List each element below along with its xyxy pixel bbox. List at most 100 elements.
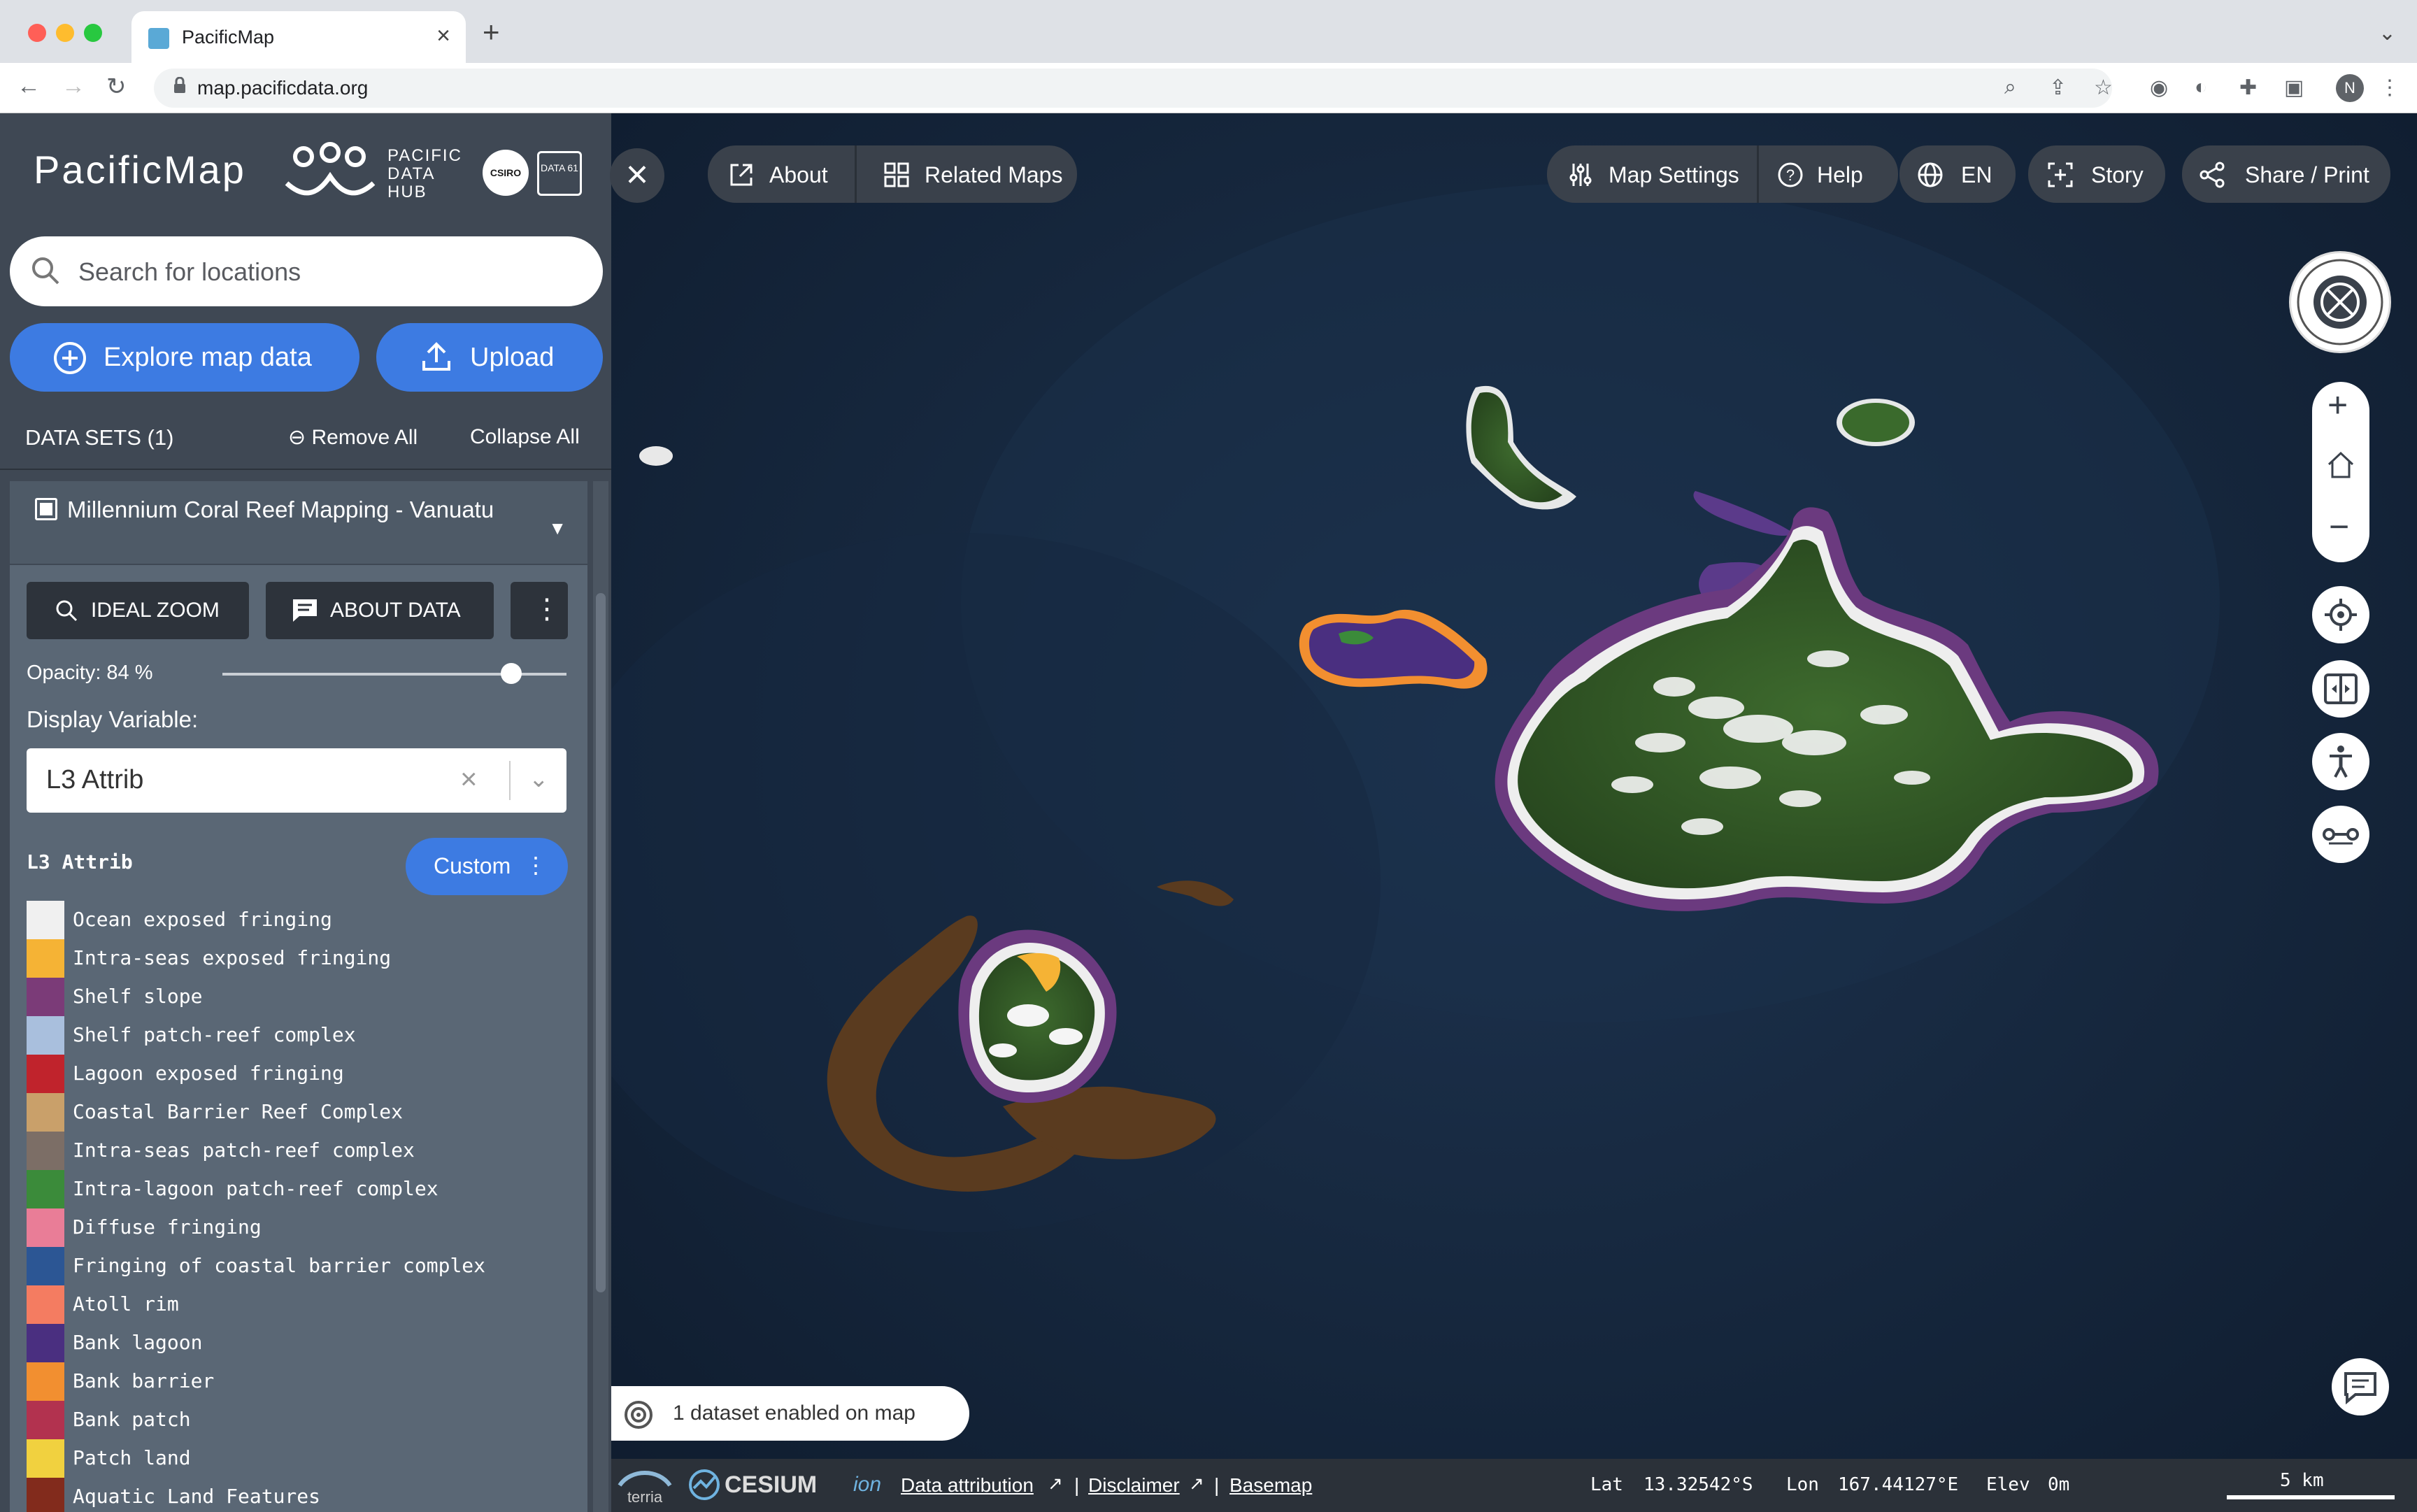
- kebab-icon: ⋮: [533, 594, 561, 625]
- compass-control[interactable]: [2291, 253, 2389, 351]
- dataset-visibility-checkbox[interactable]: [35, 498, 57, 520]
- opacity-slider-thumb[interactable]: [501, 663, 522, 684]
- scale-bar: [2227, 1495, 2395, 1499]
- legend-label: Diffuse fringing: [73, 1215, 262, 1239]
- legend-item: Fringing of coastal barrier complex: [27, 1247, 572, 1285]
- kebab-icon: ⋮: [525, 853, 547, 878]
- minus-circle-icon: ⊖: [288, 426, 306, 449]
- bookmark-star-icon[interactable]: ☆: [2094, 76, 2113, 100]
- legend-label: Atoll rim: [73, 1292, 179, 1315]
- map-canvas[interactable]: 1 dataset enabled on map: [611, 113, 2417, 1512]
- upload-label: Upload: [470, 343, 555, 372]
- story-toolbar: Story: [2028, 145, 2165, 203]
- legend-swatch: [27, 1439, 64, 1478]
- upload-button[interactable]: Upload: [376, 323, 603, 392]
- tab-list-chevron-icon[interactable]: ⌄: [2379, 21, 2396, 45]
- sidepanel-icon[interactable]: ▣: [2284, 76, 2304, 100]
- explore-map-data-button[interactable]: Explore map data: [10, 323, 359, 392]
- scrollbar-thumb[interactable]: [596, 593, 606, 1292]
- data-attribution-link[interactable]: Data attribution: [901, 1474, 1034, 1497]
- tab-close-icon[interactable]: ×: [436, 22, 450, 50]
- close-sidebar-button[interactable]: ×: [610, 148, 664, 203]
- chevron-down-icon[interactable]: ⌄: [529, 765, 549, 793]
- sidebar-scrollbar[interactable]: [593, 481, 608, 1512]
- legend-swatch: [27, 1093, 64, 1132]
- extension-icon[interactable]: ◉: [2150, 76, 2168, 100]
- legend-label: Fringing of coastal barrier complex: [73, 1254, 486, 1277]
- display-variable-select[interactable]: L3 Attrib × ⌄: [27, 748, 566, 813]
- browser-tab[interactable]: PacificMap ×: [131, 11, 466, 63]
- zoom-out-icon[interactable]: −: [2329, 506, 2349, 547]
- data61-logo: DATA 61: [537, 151, 582, 196]
- split-compare-button[interactable]: [2312, 660, 2369, 718]
- cesium-logo-text: CESIUM: [725, 1471, 818, 1498]
- top-right-toolbar: Map Settings ? Help: [1547, 145, 1898, 203]
- datasets-enabled-pill[interactable]: 1 dataset enabled on map: [611, 1386, 969, 1441]
- collapse-caret-icon[interactable]: ▼: [548, 518, 566, 539]
- scale-label: 5 km: [2280, 1470, 2324, 1491]
- puzzle-icon[interactable]: ✚: [2239, 76, 2257, 100]
- measure-icon: [2323, 828, 2359, 845]
- forward-icon[interactable]: →: [62, 73, 85, 100]
- satellite-imagery: [611, 183, 2220, 1232]
- map-settings-button[interactable]: Map Settings: [1547, 145, 1757, 203]
- legend-label: Coastal Barrier Reef Complex: [73, 1100, 404, 1123]
- about-button[interactable]: About: [708, 145, 855, 203]
- legend-title: L3 Attrib: [27, 850, 133, 873]
- language-button[interactable]: EN: [1899, 145, 2016, 203]
- extension-icon-2[interactable]: ◐: [2195, 76, 2207, 99]
- address-bar[interactable]: map.pacificdata.org: [154, 69, 2112, 108]
- help-button[interactable]: ? Help: [1760, 145, 1888, 203]
- maximize-window-button[interactable]: [84, 24, 102, 42]
- compass-icon: [2297, 259, 2383, 345]
- dataset-item-header[interactable]: Millennium Coral Reef Mapping - Vanuatu …: [10, 481, 587, 565]
- more-options-button[interactable]: ⋮: [511, 582, 568, 639]
- ideal-zoom-button[interactable]: IDEAL ZOOM: [27, 582, 249, 639]
- legend-label: Patch land: [73, 1446, 191, 1469]
- home-icon[interactable]: [2326, 450, 2355, 480]
- top-left-toolbar: About Related Maps: [708, 145, 1077, 203]
- split-screen-icon: [2324, 673, 2358, 704]
- legend-label: Shelf slope: [73, 985, 203, 1008]
- share-print-button[interactable]: Share / Print: [2182, 145, 2390, 203]
- profile-avatar[interactable]: N: [2336, 74, 2364, 102]
- story-button[interactable]: Story: [2028, 145, 2165, 203]
- plus-circle-icon: [54, 342, 86, 374]
- feedback-button[interactable]: [2332, 1358, 2389, 1415]
- about-data-button[interactable]: ABOUT DATA: [266, 582, 494, 639]
- related-maps-button[interactable]: Related Maps: [857, 145, 1077, 203]
- browser-tab-strip: PacificMap × + ⌄: [0, 0, 2417, 63]
- zoom-in-icon[interactable]: +: [2327, 385, 2348, 425]
- minimize-window-button[interactable]: [56, 24, 74, 42]
- search-icon: [32, 257, 59, 285]
- broadcast-icon: [625, 1401, 653, 1429]
- location-search-input[interactable]: Search for locations: [10, 236, 603, 306]
- remove-all-button[interactable]: ⊖ Remove All: [288, 425, 418, 450]
- legend-item: Aquatic Land Features: [27, 1478, 572, 1512]
- url-text: map.pacificdata.org: [197, 77, 369, 99]
- zoom-icon[interactable]: ⌕: [2004, 76, 2016, 99]
- measure-tool-button[interactable]: [2312, 806, 2369, 863]
- share-icon[interactable]: ⇪: [2049, 76, 2067, 100]
- legend-item: Bank lagoon: [27, 1324, 572, 1362]
- reload-icon[interactable]: ↻: [106, 73, 127, 101]
- collapse-all-button[interactable]: Collapse All: [470, 425, 580, 449]
- accessibility-button[interactable]: [2312, 733, 2369, 790]
- sliders-icon: [1569, 164, 1592, 186]
- clear-selection-icon[interactable]: ×: [460, 762, 478, 796]
- browser-toolbar: ← → ↻ map.pacificdata.org ⌕ ⇪ ☆ ◉ ◐ ✚ ▣ …: [0, 63, 2417, 113]
- accessibility-icon: [2330, 746, 2352, 778]
- back-icon[interactable]: ←: [17, 73, 41, 100]
- datasets-count: DATA SETS (1): [25, 425, 174, 450]
- custom-style-button[interactable]: Custom ⋮: [406, 838, 568, 895]
- legend-item: Diffuse fringing: [27, 1208, 572, 1247]
- lon-value: 167.44127°E: [1838, 1474, 1959, 1495]
- disclaimer-link[interactable]: Disclaimer: [1088, 1474, 1180, 1497]
- legend-swatch: [27, 1016, 64, 1055]
- menu-kebab-icon[interactable]: ⋮: [2379, 76, 2400, 100]
- new-tab-button[interactable]: +: [483, 17, 500, 47]
- basemap-link[interactable]: Basemap: [1229, 1474, 1312, 1497]
- legend-item: Coastal Barrier Reef Complex: [27, 1093, 572, 1132]
- my-location-button[interactable]: [2312, 586, 2369, 643]
- close-window-button[interactable]: [28, 24, 46, 42]
